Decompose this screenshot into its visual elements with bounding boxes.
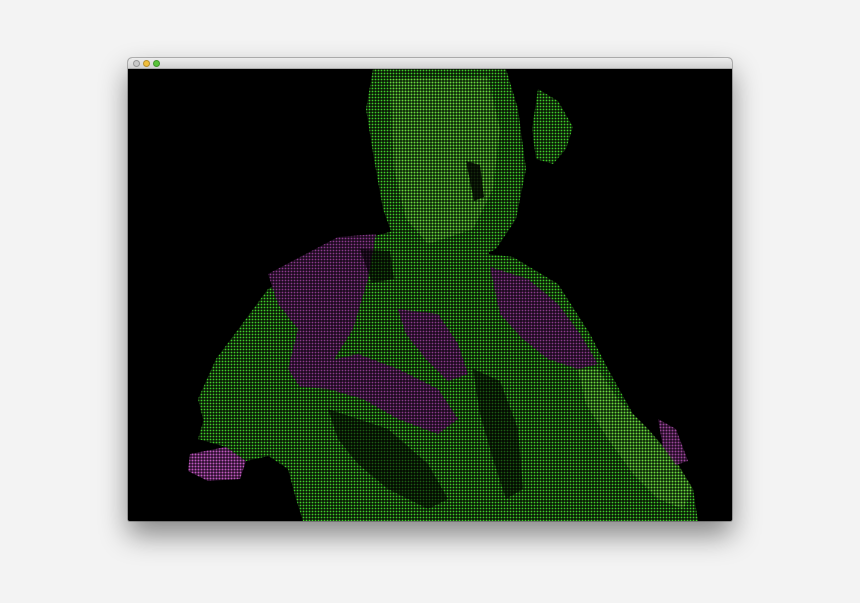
point-cloud-hair (532, 89, 573, 164)
title-bar[interactable] (128, 58, 732, 69)
point-cloud-canvas (188, 69, 698, 521)
close-window-button[interactable] (133, 60, 140, 67)
app-window (128, 58, 732, 521)
point-cloud-viewport[interactable] (128, 69, 732, 521)
maximize-window-button[interactable] (153, 60, 160, 67)
minimize-window-button[interactable] (143, 60, 150, 67)
